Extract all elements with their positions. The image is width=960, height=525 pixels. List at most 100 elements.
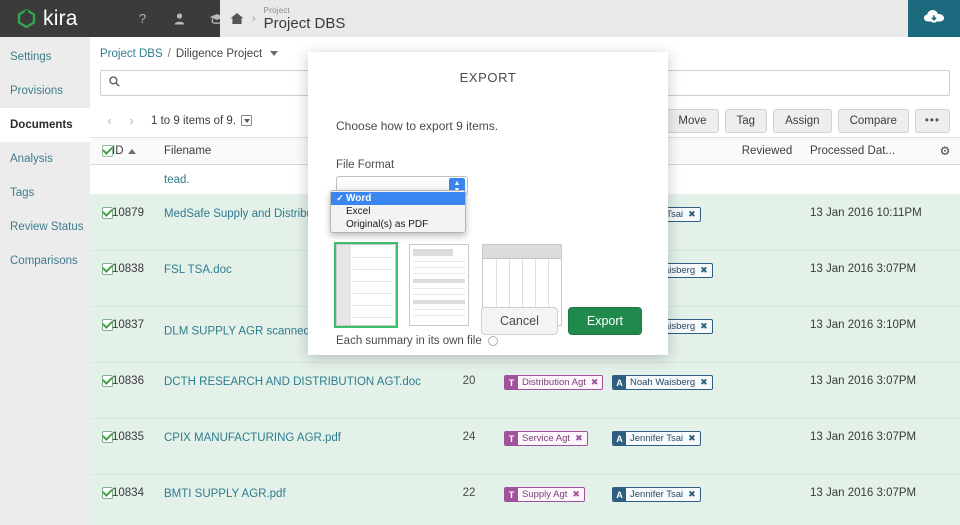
row-checkbox[interactable] [102, 487, 113, 499]
remove-assignee-icon[interactable]: ✖ [687, 432, 700, 445]
layout-thumb-graphic [409, 244, 469, 326]
dropdown-option-label: Word [346, 192, 371, 205]
remove-assignee-icon[interactable]: ✖ [687, 488, 700, 501]
row-id: 10836 [112, 375, 144, 387]
chevron-down-icon[interactable] [270, 51, 278, 56]
assignee-badge[interactable]: A Noah Waisberg ✖ [612, 375, 713, 390]
user-icon[interactable] [171, 10, 188, 27]
remove-assignee-icon[interactable]: ✖ [699, 320, 712, 333]
row-id: 10834 [112, 487, 144, 499]
row-filename[interactable]: DLM SUPPLY AGR scanned.PD [164, 326, 329, 338]
sidebar-item-settings[interactable]: Settings [0, 40, 90, 74]
tag-button[interactable]: Tag [725, 109, 768, 133]
file-format-label: File Format [336, 159, 640, 171]
select-all-checkbox[interactable] [102, 145, 113, 157]
row-filename[interactable]: CPIX MANUFACTURING AGR.pdf [164, 432, 341, 444]
table-row[interactable]: 10836 DCTH RESEARCH AND DISTRIBUTION AGT… [90, 363, 960, 419]
tag-badge[interactable]: T Service Agt ✖ [504, 431, 588, 446]
breadcrumb-link-project[interactable]: Project DBS [100, 48, 163, 60]
top-icon-group: ? [134, 10, 225, 27]
row-processed-date: 13 Jan 2016 3:10PM [810, 319, 916, 331]
row-checkbox[interactable] [102, 263, 113, 275]
column-label-reviewed: Reviewed [742, 145, 793, 157]
sidebar-item-label: Settings [10, 51, 52, 63]
remove-assignee-icon[interactable]: ✖ [699, 376, 712, 389]
sidebar-item-label: Comparisons [10, 255, 78, 267]
dropdown-option-word[interactable]: ✓ Word [331, 192, 465, 205]
row-processed-date: 13 Jan 2016 3:07PM [810, 263, 916, 275]
own-file-checkbox[interactable] [488, 336, 498, 346]
brand-logo[interactable]: kira [0, 8, 130, 29]
dropdown-option-excel[interactable]: Excel [331, 205, 465, 218]
tag-name: Service Agt [518, 432, 574, 445]
sidebar-item-provisions[interactable]: Provisions [0, 74, 90, 108]
dropdown-option-original-pdf[interactable]: Original(s) as PDF [331, 218, 465, 231]
row-filename[interactable]: MedSafe Supply and Distribution [164, 208, 332, 220]
row-filename[interactable]: FSL TSA.doc [164, 264, 232, 276]
dropdown-option-label: Original(s) as PDF [346, 218, 428, 231]
help-icon[interactable]: ? [134, 10, 151, 27]
cancel-button[interactable]: Cancel [481, 307, 558, 335]
sidebar-item-tags[interactable]: Tags [0, 176, 90, 210]
tag-badge-prefix: T [505, 376, 518, 389]
column-settings-cell: ⚙ [930, 144, 960, 158]
sidebar-item-documents[interactable]: Documents [0, 108, 91, 142]
kira-logo-icon [17, 9, 36, 28]
remove-tag-icon[interactable]: ✖ [574, 432, 587, 445]
export-confirm-button[interactable]: Export [568, 307, 642, 335]
column-header-reviewed[interactable]: Reviewed [724, 145, 810, 157]
row-pages: 22 [463, 487, 476, 499]
row-checkbox[interactable] [102, 431, 113, 443]
remove-assignee-icon[interactable]: ✖ [687, 208, 700, 221]
compare-button[interactable]: Compare [838, 109, 909, 133]
table-row[interactable]: 10834 BMTI SUPPLY AGR.pdf 22 T Supply Ag… [90, 475, 960, 525]
column-label-processed-date: Processed Dat... [810, 145, 895, 157]
breadcrumb-project[interactable]: Project Project DBS [264, 6, 346, 32]
sidebar-item-comparisons[interactable]: Comparisons [0, 244, 90, 278]
next-page-button[interactable]: › [122, 111, 141, 131]
assignee-badge-prefix: A [613, 376, 626, 389]
assignee-name: Jennifer Tsai [626, 432, 687, 445]
sidebar-item-label: Provisions [10, 85, 63, 97]
assignee-badge-prefix: A [613, 432, 626, 445]
download-button[interactable] [908, 0, 960, 37]
pagination: ‹ › 1 to 9 items of 9. [100, 111, 252, 131]
row-checkbox[interactable] [102, 207, 113, 219]
assignee-badge[interactable]: A Jennifer Tsai ✖ [612, 431, 701, 446]
row-processed-date: 13 Jan 2016 3:07PM [810, 431, 916, 443]
row-filename[interactable]: DCTH RESEARCH AND DISTRIBUTION AGT.doc [164, 376, 421, 388]
row-filename[interactable]: BMTI SUPPLY AGR.pdf [164, 488, 286, 500]
remove-assignee-icon[interactable]: ✖ [699, 264, 712, 277]
tag-badge[interactable]: T Supply Agt ✖ [504, 487, 585, 502]
column-header-processed-date[interactable]: Processed Dat... [810, 145, 930, 157]
sort-ascending-icon [128, 149, 136, 154]
dialog-actions: Cancel Export [481, 307, 642, 335]
move-button[interactable]: Move [666, 109, 718, 133]
remove-tag-icon[interactable]: ✖ [590, 376, 603, 389]
file-format-dropdown[interactable]: ✓ Word Excel Original(s) as PDF [330, 190, 466, 233]
layout-option-sidebar[interactable] [336, 244, 396, 326]
column-header-id[interactable]: ID [112, 145, 164, 157]
page-size-dropdown[interactable] [241, 115, 252, 126]
assign-button[interactable]: Assign [773, 109, 832, 133]
row-checkbox[interactable] [102, 375, 113, 387]
more-options-button[interactable]: ••• [915, 109, 950, 133]
assignee-badge[interactable]: A Jennifer Tsai ✖ [612, 487, 701, 502]
gear-icon[interactable]: ⚙ [940, 144, 951, 158]
assignee-badge-prefix: A [613, 488, 626, 501]
table-row[interactable]: 10835 CPIX MANUFACTURING AGR.pdf 24 T Se… [90, 419, 960, 475]
home-icon[interactable] [230, 12, 244, 25]
row-id: 10838 [112, 263, 144, 275]
tag-badge[interactable]: T Distribution Agt ✖ [504, 375, 603, 390]
sidebar-item-analysis[interactable]: Analysis [0, 142, 90, 176]
dialog-title: EXPORT [308, 52, 668, 85]
sidebar-item-review-status[interactable]: Review Status [0, 210, 90, 244]
layout-option-stacked[interactable] [409, 244, 469, 326]
check-icon: ✓ [334, 192, 346, 205]
row-checkbox[interactable] [102, 319, 113, 331]
pagination-summary: 1 to 9 items of 9. [151, 115, 236, 127]
remove-tag-icon[interactable]: ✖ [571, 488, 584, 501]
tag-name: Supply Agt [518, 488, 571, 501]
sidebar-item-label: Documents [10, 119, 73, 131]
prev-page-button[interactable]: ‹ [100, 111, 119, 131]
